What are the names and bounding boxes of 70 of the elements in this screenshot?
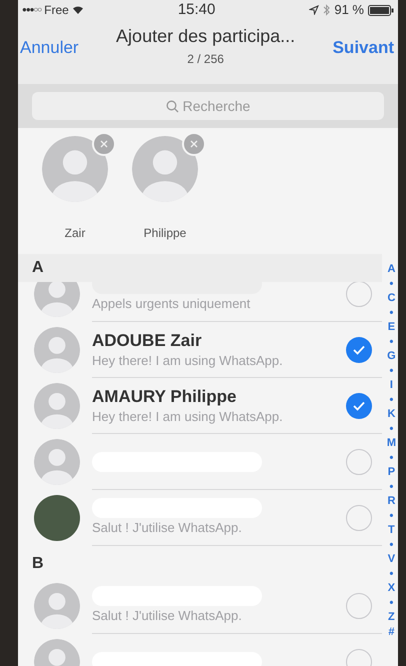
nav-title: Ajouter des participa... (116, 25, 296, 48)
index-letter[interactable]: • (389, 596, 394, 610)
index-letter[interactable]: • (389, 334, 394, 349)
selection-checkbox[interactable] (346, 282, 372, 306)
nav-subtitle: 2 / 256 (187, 51, 224, 68)
search-field[interactable]: Recherche (32, 92, 384, 120)
section-header: B (31, 554, 45, 574)
index-letter[interactable]: • (389, 538, 394, 552)
index-letter[interactable]: G (387, 349, 396, 364)
selection-checkbox[interactable] (346, 504, 372, 530)
index-letter[interactable]: C (387, 291, 396, 306)
selection-checkbox[interactable] (346, 448, 372, 474)
next-button[interactable]: Suivant (332, 35, 398, 60)
checkmark-icon (353, 344, 365, 354)
checkmark-icon (353, 400, 365, 410)
index-letter[interactable]: • (389, 508, 394, 523)
clock-time: 15:40 (178, 0, 216, 20)
index-letter[interactable]: • (389, 364, 394, 378)
index-letter[interactable]: A (387, 262, 396, 276)
participant-name: Zair (64, 225, 86, 242)
index-letter[interactable]: K (387, 407, 396, 422)
contact-status: Appels urgents uniquement (92, 296, 252, 313)
index-letter[interactable]: • (389, 566, 394, 581)
index-letter[interactable]: X (388, 581, 396, 596)
search-icon (166, 100, 179, 112)
avatar-silhouette-icon (34, 583, 80, 629)
contact-status: Hey there! I am using WhatsApp. (92, 409, 284, 426)
close-icon (190, 140, 198, 148)
contact-status: Salut ! J'utilise WhatsApp. (92, 520, 243, 537)
index-letter[interactable]: V (388, 552, 396, 566)
avatar-silhouette-icon (34, 383, 80, 429)
index-letter[interactable]: • (389, 450, 394, 465)
cancel-button[interactable]: Annuler (18, 35, 79, 60)
battery-percent: 91 % (334, 1, 364, 20)
selection-checkbox[interactable] (346, 392, 372, 418)
carrier-name: Free (44, 2, 69, 19)
avatar-silhouette-icon (34, 439, 80, 485)
avatar-silhouette-icon (34, 327, 80, 373)
contact-name: AMAURY Philippe (92, 386, 238, 407)
index-letter[interactable]: # (388, 624, 394, 639)
selection-checkbox[interactable] (346, 592, 372, 618)
index-letter[interactable]: • (389, 306, 394, 320)
selection-checkbox[interactable] (346, 336, 372, 362)
contact-status: Hey there! I am using WhatsApp. (92, 353, 284, 370)
close-icon (100, 140, 108, 148)
avatar-silhouette-icon (34, 282, 80, 317)
section-header: A (18, 254, 382, 282)
contact-name: ADOUBE Zair (92, 330, 203, 351)
battery-icon (368, 4, 394, 16)
index-letter[interactable]: I (390, 378, 393, 392)
index-letter[interactable]: E (388, 320, 396, 334)
avatar-silhouette-icon (132, 136, 198, 202)
avatar-silhouette-icon (42, 136, 108, 202)
search-placeholder: Recherche (182, 96, 250, 116)
wifi-icon (72, 5, 84, 15)
contact-status: Salut ! J'utilise WhatsApp. (92, 608, 243, 625)
index-letter[interactable]: R (387, 494, 396, 508)
participant-name: Philippe (144, 225, 186, 242)
index-letter[interactable]: Z (388, 610, 395, 624)
index-letter[interactable]: • (389, 480, 394, 494)
index-letter[interactable]: • (389, 276, 394, 291)
photo-placeholder (34, 495, 80, 541)
index-letter[interactable]: M (386, 436, 396, 450)
index-letter[interactable]: • (389, 392, 394, 407)
bluetooth-icon (323, 4, 330, 16)
location-arrow-icon (309, 5, 320, 15)
signal-dots: ●●●○○ (22, 4, 42, 16)
index-letter[interactable]: P (388, 465, 396, 480)
index-letter[interactable]: • (389, 422, 394, 436)
index-letter[interactable]: T (388, 523, 395, 538)
